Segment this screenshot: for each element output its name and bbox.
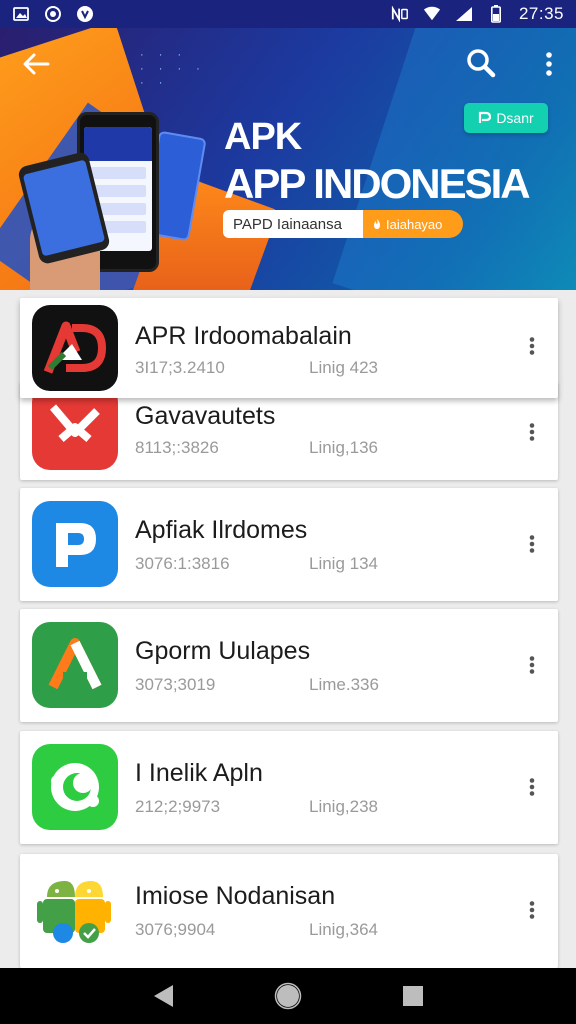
android-robot-app-icon — [32, 867, 118, 953]
search-button[interactable] — [462, 44, 500, 82]
nav-recents-button[interactable] — [393, 976, 433, 1016]
list-item[interactable]: APR Irdoomabalain 3I17;3.2410 Linig 423 — [20, 298, 558, 398]
ad-logo-icon — [32, 305, 118, 391]
status-time: 27:35 — [518, 4, 564, 23]
list-item[interactable]: Apfiak Ilrdomes 3076:1:3816 Linig 134 — [20, 488, 558, 601]
badge-p-icon — [479, 111, 492, 123]
header-action-badge[interactable]: Dsanr — [464, 103, 548, 133]
more-vert-icon — [546, 52, 552, 76]
more-vert-icon — [529, 423, 535, 441]
more-vert-icon — [529, 656, 535, 674]
search-icon — [467, 49, 496, 78]
battery-icon — [487, 5, 505, 23]
app-size: 212;2;9973 — [135, 797, 221, 816]
app-size: 3073;3019 — [135, 675, 216, 694]
notification-icon — [76, 5, 94, 23]
list-item[interactable]: Imiose Nodanisan 3076;9904 Linig,364 — [20, 854, 558, 968]
item-more-button[interactable] — [520, 890, 544, 930]
sync-icon — [44, 5, 62, 23]
banner-title-line1: APK — [224, 116, 302, 158]
app-size: 3076;9904 — [135, 920, 216, 939]
app-name: Gavavautets — [135, 402, 276, 430]
item-more-button[interactable] — [520, 412, 544, 452]
signal-icon — [455, 5, 473, 23]
banner-pill-text: PAPD Iainaansa — [233, 215, 342, 233]
banner-decor-dots: · · · · · · · · · — [140, 49, 206, 89]
header-action-badge-label: Dsanr — [496, 110, 534, 126]
app-language: Lime.336 — [309, 675, 379, 694]
app-name: Imiose Nodanisan — [135, 882, 336, 910]
more-vert-icon — [529, 778, 535, 796]
app-name: APR Irdoomabalain — [135, 322, 352, 350]
header-banner: · · · · · · · · · Dsanr APK APP INDONESIA … — [0, 28, 576, 290]
banner-title-line2: APP INDONESIA — [224, 160, 531, 207]
status-right-icons: 27:35 — [391, 4, 564, 24]
nav-back-button[interactable] — [143, 976, 183, 1016]
more-vert-icon — [529, 901, 535, 919]
item-more-button[interactable] — [520, 767, 544, 807]
app-name: Gporm Uulapes — [135, 637, 311, 665]
app-size: 3I17;3.2410 — [135, 358, 225, 377]
more-vert-icon — [529, 535, 535, 553]
back-button[interactable] — [18, 46, 54, 82]
blue-p-app-icon — [32, 501, 118, 587]
list-item[interactable]: I Inelik Apln 212;2;9973 Linig,238 — [20, 731, 558, 844]
app-language: Linig,238 — [309, 797, 379, 816]
overflow-menu-button[interactable] — [535, 46, 563, 82]
wifi-icon — [423, 5, 441, 23]
app-language: Linig,364 — [309, 920, 379, 939]
flame-icon — [374, 219, 380, 229]
item-more-button[interactable] — [520, 645, 544, 685]
status-left-icons — [12, 5, 94, 23]
app-language: Linig 423 — [309, 358, 379, 377]
back-triangle-icon — [153, 985, 173, 1007]
list-item[interactable]: Gporm Uulapes 3073;3019 Lime.336 — [20, 609, 558, 722]
banner-pill-badge: Iaiahayao — [363, 210, 463, 238]
arrow-left-icon — [23, 53, 50, 75]
app-language: Linig,136 — [309, 438, 379, 457]
green-a-app-icon — [32, 622, 118, 708]
item-more-button[interactable] — [520, 524, 544, 564]
nav-home-button[interactable] — [268, 976, 308, 1016]
app-language: Linig 134 — [309, 554, 379, 573]
more-vert-icon — [529, 337, 535, 355]
banner-pill-badge-text: Iaiahayao — [386, 216, 443, 232]
app-name: Apfiak Ilrdomes — [135, 516, 308, 544]
status-bar: 27:35 — [0, 0, 576, 28]
banner-pill: PAPD Iainaansa — [223, 210, 365, 238]
app-size: 8113;:3826 — [135, 438, 219, 457]
app-size: 3076:1:3816 — [135, 554, 230, 573]
item-more-button[interactable] — [520, 326, 544, 366]
system-nav-bar — [0, 968, 576, 1024]
home-circle-icon — [274, 982, 302, 1010]
gallery-icon — [12, 5, 30, 23]
app-name: I Inelik Apln — [135, 759, 263, 787]
recents-square-icon — [403, 986, 424, 1006]
green-chat-app-icon — [32, 744, 118, 830]
nfc-icon — [391, 5, 409, 23]
